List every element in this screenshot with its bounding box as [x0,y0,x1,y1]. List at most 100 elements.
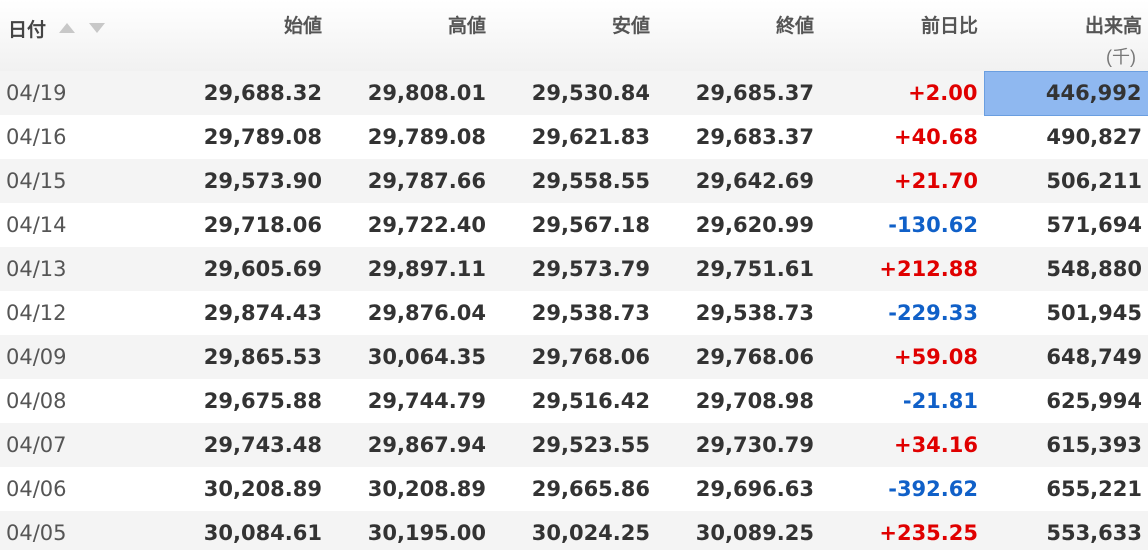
table-body: 04/19 29,688.32 29,808.01 29,530.84 29,685.3… [0,70,1148,550]
column-header-open: 始値 [283,16,322,37]
close-cell: 29,696.63 [695,477,814,501]
change-cell: -21.81 [902,389,978,413]
date-cell: 04/12 [6,301,67,325]
change-cell: +59.08 [893,345,978,369]
high-cell: 30,064.35 [367,345,486,369]
close-cell: 29,538.73 [695,301,814,325]
column-header-close: 終値 [775,16,814,37]
column-header-high: 高値 [447,16,486,37]
high-cell: 29,808.01 [367,81,486,105]
sort-ascending-icon[interactable] [59,22,76,33]
volume-cell: 506,211 [1046,169,1142,193]
high-cell: 29,722.40 [367,213,486,237]
low-cell: 30,024.25 [531,521,650,545]
table-row[interactable]: 04/05 30,084.61 30,195.00 30,024.25 30,089.2… [0,511,1148,550]
high-cell: 30,208.89 [367,477,486,501]
high-cell: 29,897.11 [367,257,486,281]
volume-cell: 490,827 [1046,125,1142,150]
volume-cell: 553,633 [1046,521,1142,545]
table-header-row: 日付 始値 高値 安値 終値 前日比 出来高 (千) [0,0,1148,71]
table-row[interactable]: 04/07 29,743.48 29,867.94 29,523.55 29,730.7… [0,423,1148,467]
date-cell: 04/06 [6,477,67,501]
volume-cell: 446,992 [983,70,1148,116]
table-row[interactable]: 04/16 29,789.08 29,789.08 29,621.83 29,683.3… [0,115,1148,159]
low-cell: 29,558.55 [531,169,650,193]
volume-cell: 625,994 [1046,389,1142,413]
column-header-low: 安値 [611,16,650,37]
date-cell: 04/16 [6,125,67,149]
open-cell: 30,208.89 [203,477,322,501]
close-cell: 29,620.99 [695,213,814,237]
date-cell: 04/14 [6,213,67,237]
volume-cell: 648,749 [1046,345,1142,369]
high-cell: 29,789.08 [367,125,486,149]
high-cell: 30,195.00 [367,521,486,545]
table-row[interactable]: 04/06 30,208.89 30,208.89 29,665.86 29,696.6… [0,467,1148,511]
change-cell: +40.68 [893,125,978,149]
column-header-date-label: 日付 [8,20,47,41]
column-header-volume: 出来高 (千) [984,0,1148,71]
open-cell: 29,688.32 [203,81,322,105]
change-cell: +2.00 [908,81,978,105]
change-cell: +34.16 [893,433,978,457]
date-cell: 04/08 [6,389,67,413]
low-cell: 29,530.84 [531,81,650,105]
change-cell: +21.70 [893,169,978,193]
volume-unit-label: (千) [1106,47,1136,67]
sort-descending-icon[interactable] [88,22,105,33]
close-cell: 29,751.61 [695,257,814,281]
low-cell: 29,665.86 [531,477,650,501]
price-history-table: 日付 始値 高値 安値 終値 前日比 出来高 (千) 04/19 29,688.3… [0,0,1148,550]
open-cell: 29,789.08 [203,125,322,149]
table-row[interactable]: 04/19 29,688.32 29,808.01 29,530.84 29,685.3… [0,70,1148,116]
column-header-volume-label: 出来高 [1084,16,1142,37]
low-cell: 29,768.06 [531,345,650,369]
close-cell: 29,730.79 [695,433,814,457]
close-cell: 30,089.25 [695,521,814,545]
volume-cell: 571,694 [1046,213,1142,237]
table-row[interactable]: 04/13 29,605.69 29,897.11 29,573.79 29,751.6… [0,247,1148,291]
low-cell: 29,523.55 [531,433,650,457]
change-cell: +235.25 [879,521,978,545]
high-cell: 29,876.04 [367,301,486,325]
table-row[interactable]: 04/12 29,874.43 29,876.04 29,538.73 29,538.7… [0,291,1148,335]
high-cell: 29,744.79 [367,389,486,413]
volume-cell: 548,880 [1046,257,1142,281]
volume-cell: 655,221 [1046,477,1142,501]
high-cell: 29,787.66 [367,169,486,193]
low-cell: 29,573.79 [531,257,650,281]
date-cell: 04/05 [6,521,67,545]
open-cell: 29,874.43 [203,301,322,325]
column-header-date[interactable]: 日付 [0,0,164,71]
change-cell: -130.62 [888,213,978,237]
close-cell: 29,768.06 [695,345,814,369]
table-row[interactable]: 04/14 29,718.06 29,722.40 29,567.18 29,620.9… [0,203,1148,247]
low-cell: 29,621.83 [531,125,650,149]
open-cell: 29,718.06 [203,213,322,237]
date-cell: 04/15 [6,169,67,193]
close-cell: 29,642.69 [695,169,814,193]
high-cell: 29,867.94 [367,433,486,457]
change-cell: -392.62 [888,477,978,501]
close-cell: 29,685.37 [695,81,814,105]
sort-controls [59,17,112,39]
open-cell: 29,865.53 [203,345,322,369]
date-cell: 04/19 [6,81,67,105]
low-cell: 29,538.73 [531,301,650,325]
volume-cell: 615,393 [1046,433,1142,457]
change-cell: -229.33 [888,301,978,325]
table-row[interactable]: 04/09 29,865.53 30,064.35 29,768.06 29,768.0… [0,335,1148,379]
date-cell: 04/07 [6,433,67,457]
volume-cell: 501,945 [1046,301,1142,325]
close-cell: 29,708.98 [695,389,814,413]
date-cell: 04/13 [6,257,67,281]
table-row[interactable]: 04/08 29,675.88 29,744.79 29,516.42 29,708.9… [0,379,1148,423]
low-cell: 29,567.18 [531,213,650,237]
low-cell: 29,516.42 [531,389,650,413]
open-cell: 29,743.48 [203,433,322,457]
open-cell: 29,675.88 [203,389,322,413]
change-cell: +212.88 [879,257,978,281]
column-header-change: 前日比 [920,16,978,37]
table-row[interactable]: 04/15 29,573.90 29,787.66 29,558.55 29,642.6… [0,159,1148,203]
date-cell: 04/09 [6,345,67,369]
